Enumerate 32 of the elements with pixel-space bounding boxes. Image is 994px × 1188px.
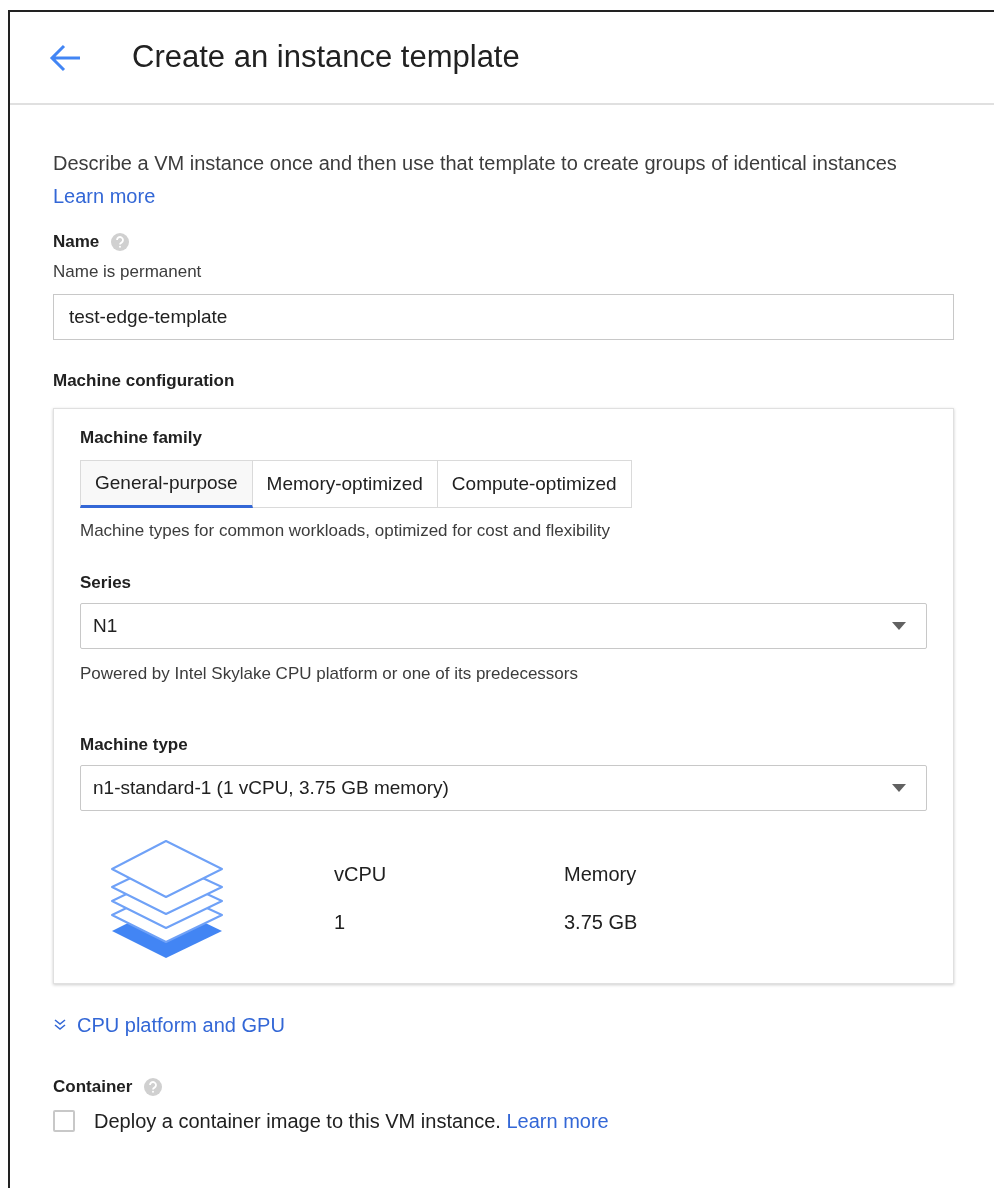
field-label: Container [53, 1076, 133, 1098]
learn-more-link[interactable]: Learn more [506, 1109, 609, 1132]
help-icon[interactable] [144, 1077, 163, 1096]
name-input-field[interactable]: test-edge-template [53, 294, 954, 340]
field-label: Series [80, 571, 133, 594]
family-description: Machine types for common workloads, optimized for cost and flexibility [80, 520, 612, 542]
cpu-platform-toggle[interactable]: CPU platform and GPU [53, 1010, 285, 1040]
spec-value: 3.75 GB [564, 910, 638, 935]
dropdown-caret-icon [892, 622, 906, 630]
spec-value: 1 [334, 910, 347, 935]
series-hint: Powered by Intel Skylake CPU platform or one of its predecessors [80, 663, 579, 685]
spec-label: Memory [564, 862, 638, 887]
field-hint: Name is permanent [53, 260, 203, 283]
back-arrow-icon[interactable] [48, 42, 82, 73]
field-label: Machine type [80, 733, 189, 756]
field-label: Machine family [80, 426, 203, 449]
intro-text: Describe a VM instance once and then use that template to create groups of identical instances Learn more [53, 151, 898, 209]
dropdown-caret-icon [892, 784, 906, 792]
section-title: Machine configuration [53, 370, 236, 392]
series-select[interactable]: N1 [80, 603, 927, 649]
checkbox[interactable] [53, 1109, 75, 1132]
field-label: Name [53, 231, 100, 253]
machine-family-tab[interactable]: Memory-optimized [252, 460, 438, 508]
machine-family-tab[interactable]: General-purpose [80, 460, 253, 508]
machine-family-tab[interactable]: Compute-optimized [437, 460, 632, 508]
machine-type-select[interactable]: n1-standard-1 (1 vCPU, 3.75 GB memory) [80, 765, 927, 811]
learn-more-link[interactable]: Learn more [53, 185, 156, 207]
spec-label: vCPU [334, 862, 388, 887]
help-icon[interactable] [111, 232, 130, 251]
page-title: Create an instance template [132, 38, 520, 77]
checkbox-label: Deploy a container image to this VM instance. Learn more [94, 1108, 609, 1134]
double-chevron-icon [53, 1018, 67, 1032]
